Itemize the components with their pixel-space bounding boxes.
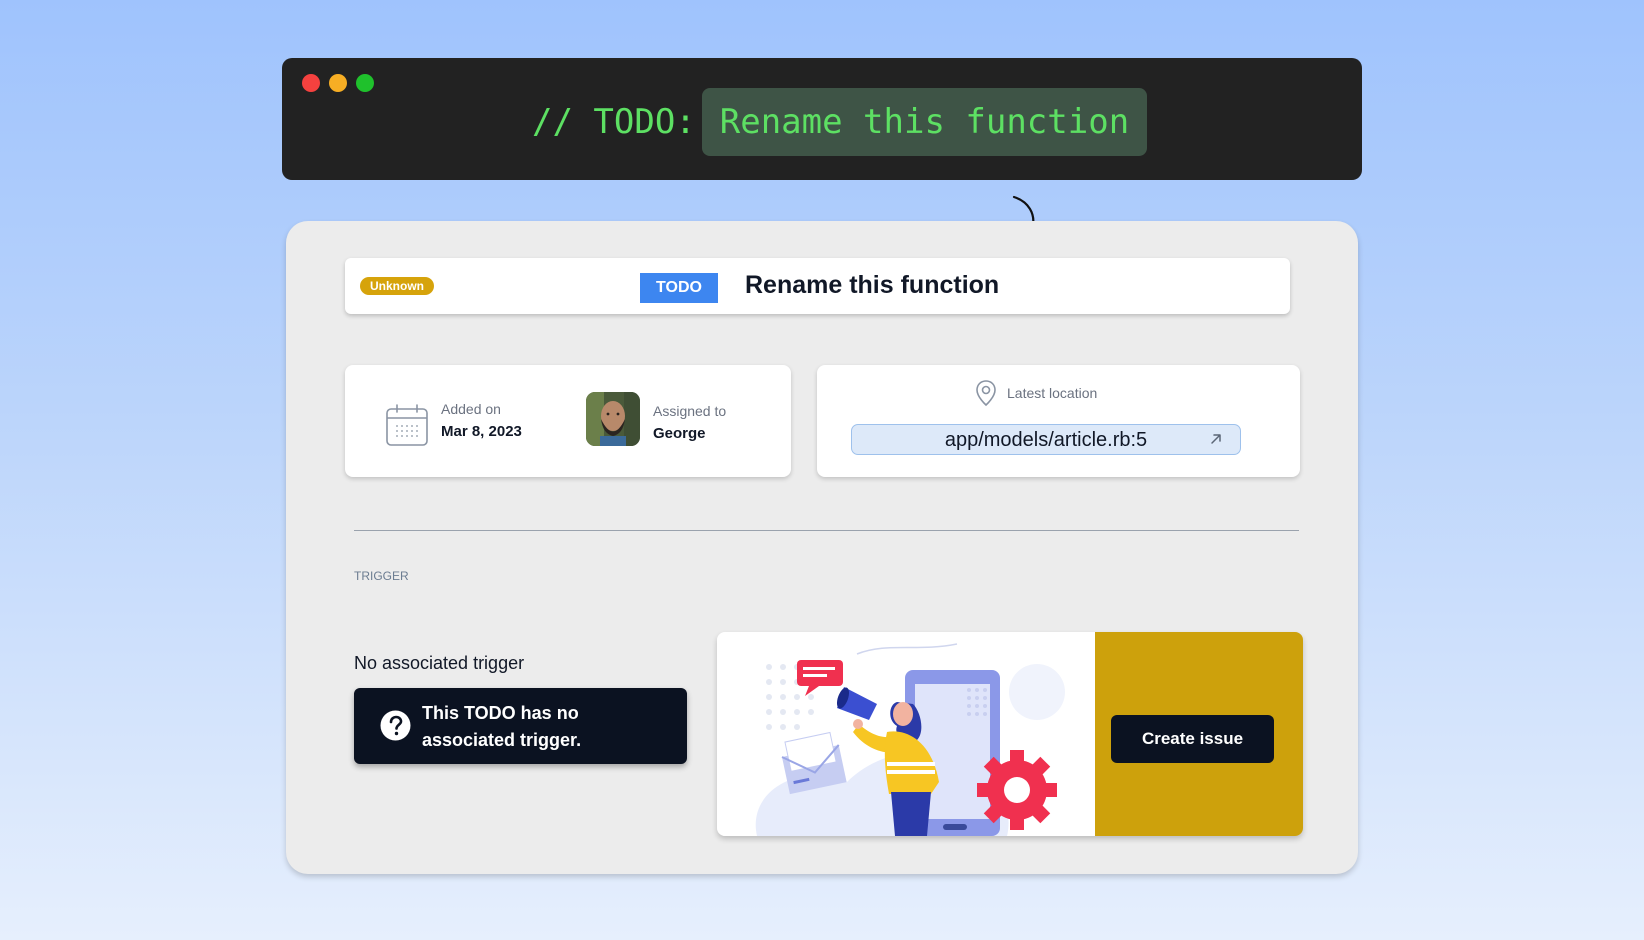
code-comment: // TODO: Rename this function xyxy=(532,88,1148,156)
question-circle-icon xyxy=(380,710,411,741)
no-trigger-alert: This TODO has no associated trigger. xyxy=(354,688,687,764)
no-trigger-title: No associated trigger xyxy=(354,653,525,673)
todo-meta-card: Added on Mar 8, 2023 Assigned to George xyxy=(345,365,791,477)
location-path: app/models/article.rb:5 xyxy=(944,429,1148,451)
todo-header: Unknown TODO Rename this function xyxy=(345,258,1290,314)
todo-title: Rename this function xyxy=(745,271,1000,299)
location-card: Latest location app/models/article.rb:5 xyxy=(817,365,1300,477)
added-on-label: Added on xyxy=(441,401,501,417)
create-issue-promo: Create issue xyxy=(717,632,1303,836)
close-window-dot[interactable] xyxy=(302,74,320,92)
todo-type-badge: TODO xyxy=(640,273,718,303)
code-comment-prefix: // TODO: xyxy=(532,102,696,142)
location-link[interactable]: app/models/article.rb:5 xyxy=(851,424,1241,455)
window-controls xyxy=(302,74,374,92)
promo-action-panel: Create issue xyxy=(1095,632,1303,836)
section-divider xyxy=(354,530,1299,531)
added-on-date: Mar 8, 2023 xyxy=(441,423,522,440)
external-link-icon xyxy=(1211,434,1221,444)
calendar-icon xyxy=(386,404,428,446)
minimize-window-dot[interactable] xyxy=(329,74,347,92)
create-issue-button[interactable]: Create issue xyxy=(1111,715,1274,763)
latest-location-label: Latest location xyxy=(1007,385,1098,401)
no-trigger-message: This TODO has no associated trigger. xyxy=(422,703,582,750)
megaphone-illustration xyxy=(717,632,1095,836)
status-badge: Unknown xyxy=(360,277,434,295)
maximize-window-dot[interactable] xyxy=(356,74,374,92)
code-comment-highlight: Rename this function xyxy=(701,88,1148,156)
code-window: // TODO: Rename this function xyxy=(282,58,1362,180)
assigned-to-label: Assigned to xyxy=(653,403,727,419)
location-pin-icon xyxy=(976,380,996,407)
todo-detail-card: Unknown TODO Rename this function Added … xyxy=(286,221,1358,874)
trigger-section-label: TRIGGER xyxy=(354,569,409,583)
avatar[interactable] xyxy=(586,392,640,446)
assignee-name: George xyxy=(653,425,706,442)
